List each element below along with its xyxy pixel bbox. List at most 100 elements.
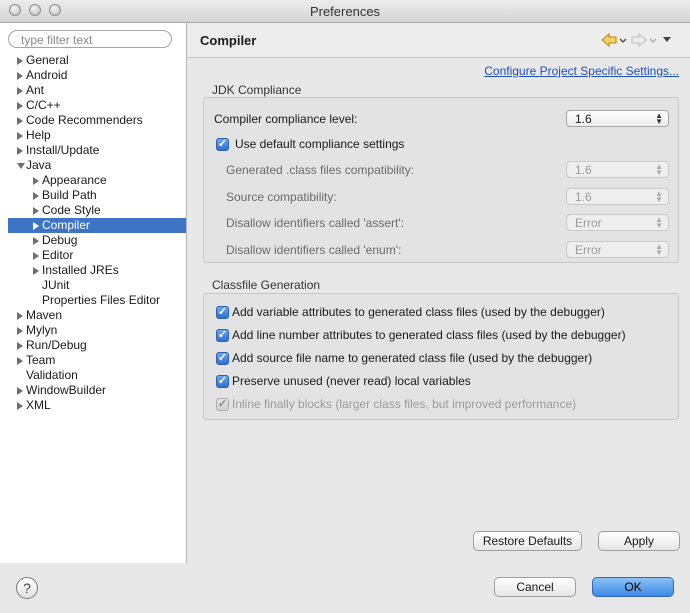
- ok-button[interactable]: OK: [592, 577, 674, 597]
- dialog-button-bar: ? Cancel OK: [0, 563, 690, 613]
- tree-item-label: Code Recommenders: [26, 113, 143, 127]
- compliance-level-select[interactable]: 1.6 ▲ ▼: [566, 110, 669, 127]
- forward-arrow-icon[interactable]: [631, 32, 657, 48]
- preference-page: Compiler Configure Project Specific Sett…: [187, 23, 690, 563]
- collapsed-arrow-icon[interactable]: [17, 132, 23, 140]
- filter-input[interactable]: [19, 32, 163, 48]
- tree-item-label: Mylyn: [26, 323, 58, 337]
- tree-item[interactable]: C/C++: [0, 98, 186, 113]
- tree-item[interactable]: Maven: [0, 308, 186, 323]
- tree-item[interactable]: Debug: [0, 233, 186, 248]
- tree-item-label: Install/Update: [26, 143, 100, 157]
- tree-item[interactable]: XML: [0, 398, 186, 413]
- tree-item[interactable]: Installed JREs: [0, 263, 186, 278]
- collapsed-arrow-icon[interactable]: [17, 147, 23, 155]
- collapsed-arrow-icon[interactable]: [33, 207, 39, 215]
- restore-defaults-button[interactable]: Restore Defaults: [473, 531, 582, 551]
- stepper-arrows-icon: ▲ ▼: [655, 111, 663, 126]
- tree-item[interactable]: Android: [0, 68, 186, 83]
- tree-item[interactable]: Help: [0, 128, 186, 143]
- collapsed-arrow-icon[interactable]: [33, 252, 39, 260]
- option-checkbox[interactable]: ✓: [216, 306, 229, 319]
- collapsed-arrow-icon[interactable]: [33, 192, 39, 200]
- classfile-generation-group: ✓ Add variable attributes to generated c…: [203, 293, 679, 420]
- source-compat-select[interactable]: 1.6 ▲ ▼: [566, 188, 669, 205]
- tree-item[interactable]: Validation: [0, 368, 186, 383]
- tree-item[interactable]: Compiler: [8, 218, 186, 233]
- window-title-bar: Preferences: [0, 0, 690, 23]
- collapsed-arrow-icon[interactable]: [33, 222, 39, 230]
- tree-item[interactable]: WindowBuilder: [0, 383, 186, 398]
- stepper-arrows-icon: ▲ ▼: [655, 189, 663, 204]
- collapsed-arrow-icon[interactable]: [17, 387, 23, 395]
- classfile-generation-title: Classfile Generation: [212, 278, 321, 292]
- tree-item[interactable]: Editor: [0, 248, 186, 263]
- source-compat-value: 1.6: [575, 190, 592, 204]
- tree-item-label: Editor: [42, 248, 74, 262]
- use-default-compliance-label: Use default compliance settings: [235, 137, 405, 151]
- generated-class-compat-label: Generated .class files compatibility:: [226, 163, 415, 177]
- collapsed-arrow-icon[interactable]: [33, 237, 39, 245]
- collapsed-arrow-icon[interactable]: [17, 117, 23, 125]
- tree-item-label: Help: [26, 128, 51, 142]
- tree-item-label: Compiler: [42, 218, 91, 232]
- tree-item-label: Java: [26, 158, 52, 172]
- tree-item[interactable]: Team: [0, 353, 186, 368]
- tree-item-label: Validation: [26, 368, 78, 382]
- configure-project-settings-link[interactable]: Configure Project Specific Settings...: [484, 64, 679, 78]
- expanded-arrow-icon[interactable]: [17, 163, 25, 169]
- collapsed-arrow-icon[interactable]: [17, 72, 23, 80]
- tree-item[interactable]: Mylyn: [0, 323, 186, 338]
- tree-item[interactable]: Install/Update: [0, 143, 186, 158]
- preference-tree: General Android Ant C/C++ Code Recommenders H…: [0, 53, 186, 413]
- collapsed-arrow-icon[interactable]: [17, 102, 23, 110]
- option-label: Add line number attributes to generated …: [232, 328, 626, 342]
- tree-item[interactable]: JUnit: [0, 278, 186, 293]
- option-checkbox-disabled[interactable]: ✓: [216, 398, 229, 411]
- option-checkbox[interactable]: ✓: [216, 352, 229, 365]
- disallow-enum-value: Error: [575, 243, 602, 257]
- collapsed-arrow-icon[interactable]: [33, 267, 39, 275]
- tree-item[interactable]: Appearance: [0, 173, 186, 188]
- collapsed-arrow-icon[interactable]: [17, 327, 23, 335]
- collapsed-arrow-icon[interactable]: [33, 177, 39, 185]
- stepper-arrows-icon: ▲ ▼: [655, 215, 663, 230]
- compliance-level-value: 1.6: [575, 112, 592, 126]
- filter-field[interactable]: [8, 30, 172, 48]
- compliance-level-label: Compiler compliance level:: [214, 112, 358, 126]
- tree-item[interactable]: Code Style: [0, 203, 186, 218]
- collapsed-arrow-icon[interactable]: [17, 312, 23, 320]
- view-menu-icon[interactable]: [663, 37, 671, 42]
- tree-item-label: Team: [26, 353, 56, 367]
- tree-item[interactable]: Java: [0, 158, 186, 173]
- page-nav-icons: [600, 32, 680, 48]
- page-header: Compiler: [187, 23, 690, 58]
- collapsed-arrow-icon[interactable]: [17, 87, 23, 95]
- tree-item[interactable]: General: [0, 53, 186, 68]
- tree-item-label: Run/Debug: [26, 338, 87, 352]
- collapsed-arrow-icon[interactable]: [17, 402, 23, 410]
- collapsed-arrow-icon[interactable]: [17, 57, 23, 65]
- tree-item-label: Build Path: [42, 188, 97, 202]
- collapsed-arrow-icon[interactable]: [17, 342, 23, 350]
- back-arrow-icon[interactable]: [601, 32, 627, 48]
- disallow-assert-value: Error: [575, 216, 602, 230]
- window-title: Preferences: [309, 4, 381, 19]
- help-button[interactable]: ?: [16, 577, 38, 599]
- tree-item[interactable]: Code Recommenders: [0, 113, 186, 128]
- option-checkbox[interactable]: ✓: [216, 375, 229, 388]
- tree-item[interactable]: Run/Debug: [0, 338, 186, 353]
- tree-item[interactable]: Properties Files Editor: [0, 293, 186, 308]
- generated-class-compat-select[interactable]: 1.6 ▲ ▼: [566, 161, 669, 178]
- tree-item[interactable]: Build Path: [0, 188, 186, 203]
- option-label: Inline finally blocks (larger class file…: [232, 397, 577, 411]
- disallow-assert-select[interactable]: Error ▲ ▼: [566, 214, 669, 231]
- apply-button[interactable]: Apply: [598, 531, 680, 551]
- cancel-button[interactable]: Cancel: [494, 577, 576, 597]
- option-checkbox[interactable]: ✓: [216, 329, 229, 342]
- use-default-compliance-checkbox[interactable]: ✓: [216, 138, 229, 151]
- disallow-enum-select[interactable]: Error ▲ ▼: [566, 241, 669, 258]
- tree-item-label: XML: [26, 398, 51, 412]
- collapsed-arrow-icon[interactable]: [17, 357, 23, 365]
- tree-item[interactable]: Ant: [0, 83, 186, 98]
